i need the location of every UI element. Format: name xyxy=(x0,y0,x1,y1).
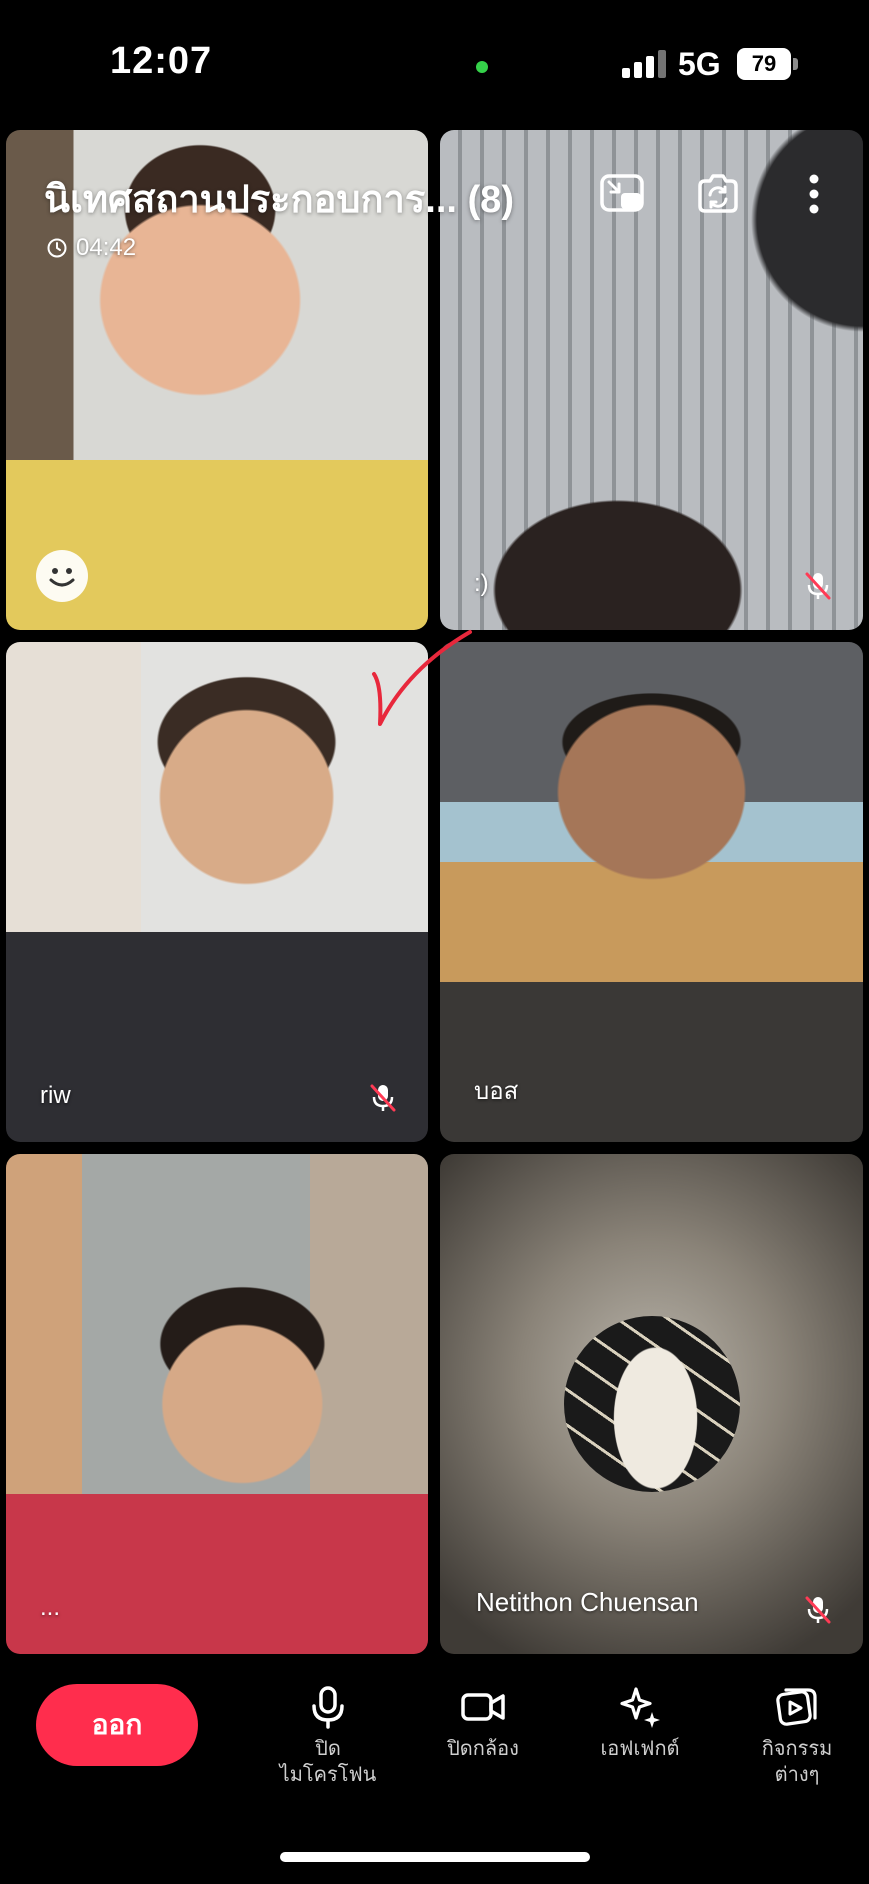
mic-muted-icon xyxy=(805,572,831,600)
meeting-timer: 04:42 xyxy=(46,234,136,262)
avatar xyxy=(564,1316,740,1492)
timer-text: 04:42 xyxy=(76,234,137,261)
effects-button[interactable]: เอฟเฟกต์ xyxy=(565,1684,715,1762)
checkmark-annotation xyxy=(372,630,472,726)
participant-name: ... xyxy=(40,1594,61,1621)
status-bar: 12:07 5G 79 xyxy=(0,0,869,130)
sparkles-icon xyxy=(620,1687,660,1728)
participant-tile[interactable]: Netithon Chuensan xyxy=(440,1154,863,1654)
status-time: 12:07 xyxy=(110,40,213,82)
video-camera-icon xyxy=(461,1693,505,1721)
effects-label: เอฟเฟกต์ xyxy=(600,1738,680,1760)
mic-muted-icon xyxy=(805,1596,831,1624)
battery-icon: 79 xyxy=(737,48,791,80)
participant-name: Netithon Chuensan xyxy=(476,1587,699,1617)
switch-camera-icon[interactable] xyxy=(694,170,742,218)
more-options-icon[interactable] xyxy=(790,170,838,218)
camera-in-use-indicator xyxy=(476,61,488,73)
mute-mic-label: ปิด ไมโครโฟน xyxy=(279,1738,377,1786)
camera-off-label: ปิดกล้อง xyxy=(447,1738,519,1760)
reaction-emoji-button[interactable] xyxy=(36,550,88,602)
network-type: 5G xyxy=(678,46,721,82)
activities-icon xyxy=(776,1688,817,1726)
participant-tile[interactable]: ... xyxy=(6,1154,428,1654)
activities-button[interactable]: กิจกรรม ต่างๆ xyxy=(722,1684,869,1788)
leave-button[interactable]: ออก xyxy=(36,1684,198,1766)
camera-off-button[interactable]: ปิดกล้อง xyxy=(408,1684,558,1762)
mute-mic-button[interactable]: ปิด ไมโครโฟน xyxy=(253,1684,403,1788)
participant-name: :) xyxy=(474,570,489,597)
participant-name: riw xyxy=(40,1082,71,1109)
activities-label: กิจกรรม ต่างๆ xyxy=(761,1738,833,1786)
clock-icon xyxy=(47,238,67,258)
picture-in-picture-icon[interactable] xyxy=(598,170,646,218)
participant-name: บอส xyxy=(474,1078,519,1105)
mic-muted-icon xyxy=(370,1084,396,1112)
battery-cap xyxy=(793,58,798,70)
meeting-title[interactable]: นิเทศสถานประกอบการ... (8) xyxy=(44,168,514,229)
home-indicator[interactable] xyxy=(280,1852,590,1862)
signal-icon xyxy=(622,50,666,78)
participant-tile[interactable]: บอส xyxy=(440,642,863,1142)
smiley-icon xyxy=(49,568,75,587)
microphone-icon xyxy=(312,1686,344,1729)
